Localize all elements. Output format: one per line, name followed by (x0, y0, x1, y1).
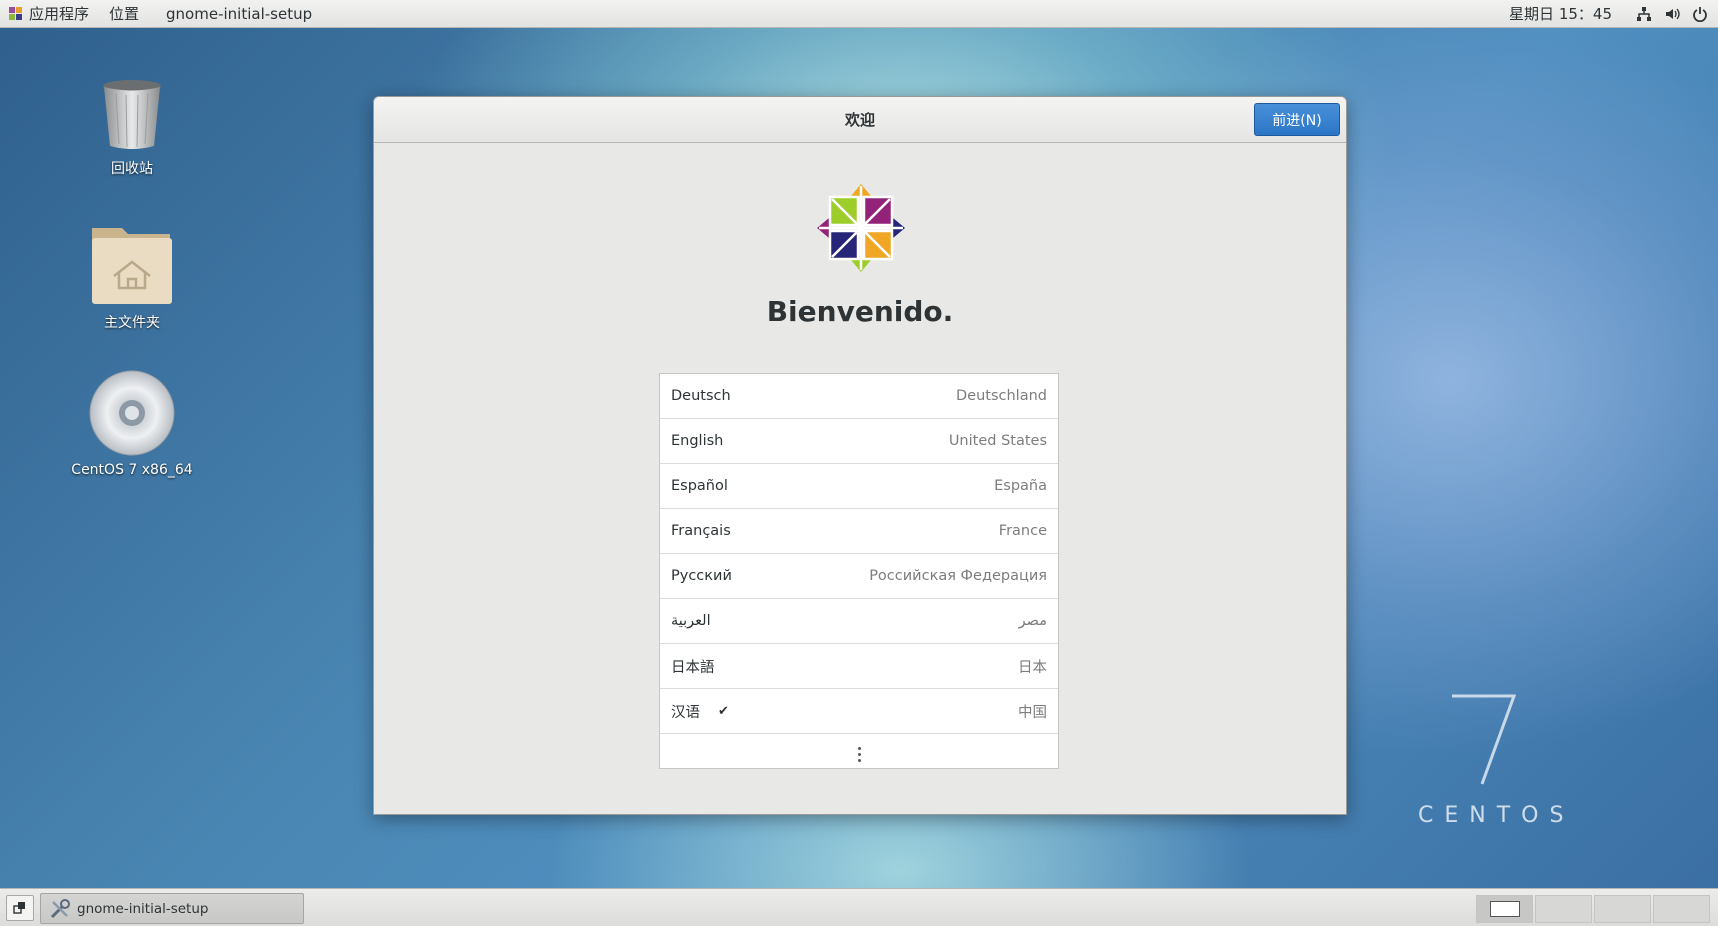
language-country: Deutschland (956, 388, 1047, 404)
places-menu[interactable]: 位置 (98, 0, 148, 27)
language-row-chinese[interactable]: 汉语 ✔ 中国 (660, 689, 1058, 734)
app-menu[interactable]: gnome-initial-setup (148, 0, 321, 27)
language-row-espanol[interactable]: Español España (660, 464, 1058, 509)
workspace-1[interactable] (1476, 895, 1533, 923)
workspace-switcher (1476, 895, 1710, 923)
places-label: 位置 (109, 5, 140, 23)
optical-disc-icon (89, 370, 175, 456)
more-vertical-icon (857, 746, 861, 762)
centos-watermark-text: CENTOS (1418, 803, 1575, 828)
clock-label: 星期日 15：45 (1509, 5, 1612, 23)
centos-logo-icon (817, 184, 905, 272)
welcome-heading: Bienvenido. (766, 295, 954, 328)
desktop-icon-label: 主文件夹 (104, 315, 160, 331)
show-desktop-icon (13, 902, 25, 914)
language-name: Русский (671, 568, 732, 584)
show-desktop-button[interactable] (6, 895, 34, 921)
applications-icon (9, 6, 23, 21)
selected-check-icon: ✔ (718, 703, 729, 719)
language-name-wrap: 汉语 ✔ (671, 701, 729, 722)
network-icon[interactable] (1630, 0, 1658, 27)
taskbar-item-initial-setup[interactable]: gnome-initial-setup (40, 893, 304, 924)
tools-icon (50, 898, 70, 918)
workspace-2[interactable] (1535, 895, 1592, 923)
top-panel: 应用程序 位置 gnome-initial-setup 星期日 15：45 (0, 0, 1718, 28)
centos-seven-watermark (1452, 694, 1517, 785)
language-row-arabic[interactable]: العربية مصر (660, 599, 1058, 644)
workspace-4[interactable] (1653, 895, 1710, 923)
language-name: Español (671, 478, 728, 494)
power-icon[interactable] (1686, 0, 1714, 27)
language-country: 中国 (1018, 704, 1047, 721)
language-row-russian[interactable]: Русский Российская Федерация (660, 554, 1058, 599)
desktop-icon-label: CentOS 7 x86_64 (71, 462, 193, 478)
app-menu-label: gnome-initial-setup (166, 4, 313, 23)
workspace-window-thumbnail (1489, 901, 1520, 917)
more-languages-button[interactable] (660, 734, 1058, 774)
language-country: United States (948, 433, 1047, 449)
home-folder-icon (90, 224, 174, 306)
clock[interactable]: 星期日 15：45 (1500, 0, 1630, 27)
next-button[interactable]: 前进(N) (1254, 103, 1340, 136)
language-country: France (998, 523, 1047, 539)
applications-label: 应用程序 (29, 5, 90, 23)
window-title: 欢迎 (844, 111, 875, 129)
trash-icon (100, 78, 164, 152)
language-row-francais[interactable]: Français France (660, 509, 1058, 554)
language-list: Deutsch Deutschland English United State… (659, 373, 1059, 769)
bottom-panel: gnome-initial-setup (0, 888, 1718, 926)
language-country: España (994, 478, 1047, 494)
taskbar-item-label: gnome-initial-setup (77, 900, 209, 917)
applications-menu[interactable]: 应用程序 (0, 0, 98, 27)
language-name: العربية (671, 613, 711, 629)
language-country: مصر (1018, 613, 1047, 629)
language-country: Российская Федерация (869, 568, 1047, 584)
language-row-deutsch[interactable]: Deutsch Deutschland (660, 374, 1058, 419)
language-name: Français (671, 523, 731, 539)
workspace-3[interactable] (1594, 895, 1651, 923)
language-row-japanese[interactable]: 日本語 日本 (660, 644, 1058, 689)
desktop-icon-disc[interactable]: CentOS 7 x86_64 (62, 370, 202, 478)
volume-icon[interactable] (1658, 0, 1686, 27)
language-name: 日本語 (671, 659, 715, 676)
desktop-icon-trash[interactable]: 回收站 (62, 78, 202, 178)
language-row-english[interactable]: English United States (660, 419, 1058, 464)
desktop-icon-label: 回收站 (111, 161, 153, 177)
language-country: 日本 (1018, 659, 1047, 676)
language-name: Deutsch (671, 388, 731, 404)
language-name: English (671, 433, 724, 449)
window-titlebar: 欢迎 前进(N) (374, 97, 1346, 143)
language-name: 汉语 (671, 704, 700, 721)
initial-setup-window: 欢迎 前进(N) Bienvenido. Deutsch Deutschland… (373, 96, 1347, 815)
desktop-icon-home[interactable]: 主文件夹 (62, 224, 202, 332)
